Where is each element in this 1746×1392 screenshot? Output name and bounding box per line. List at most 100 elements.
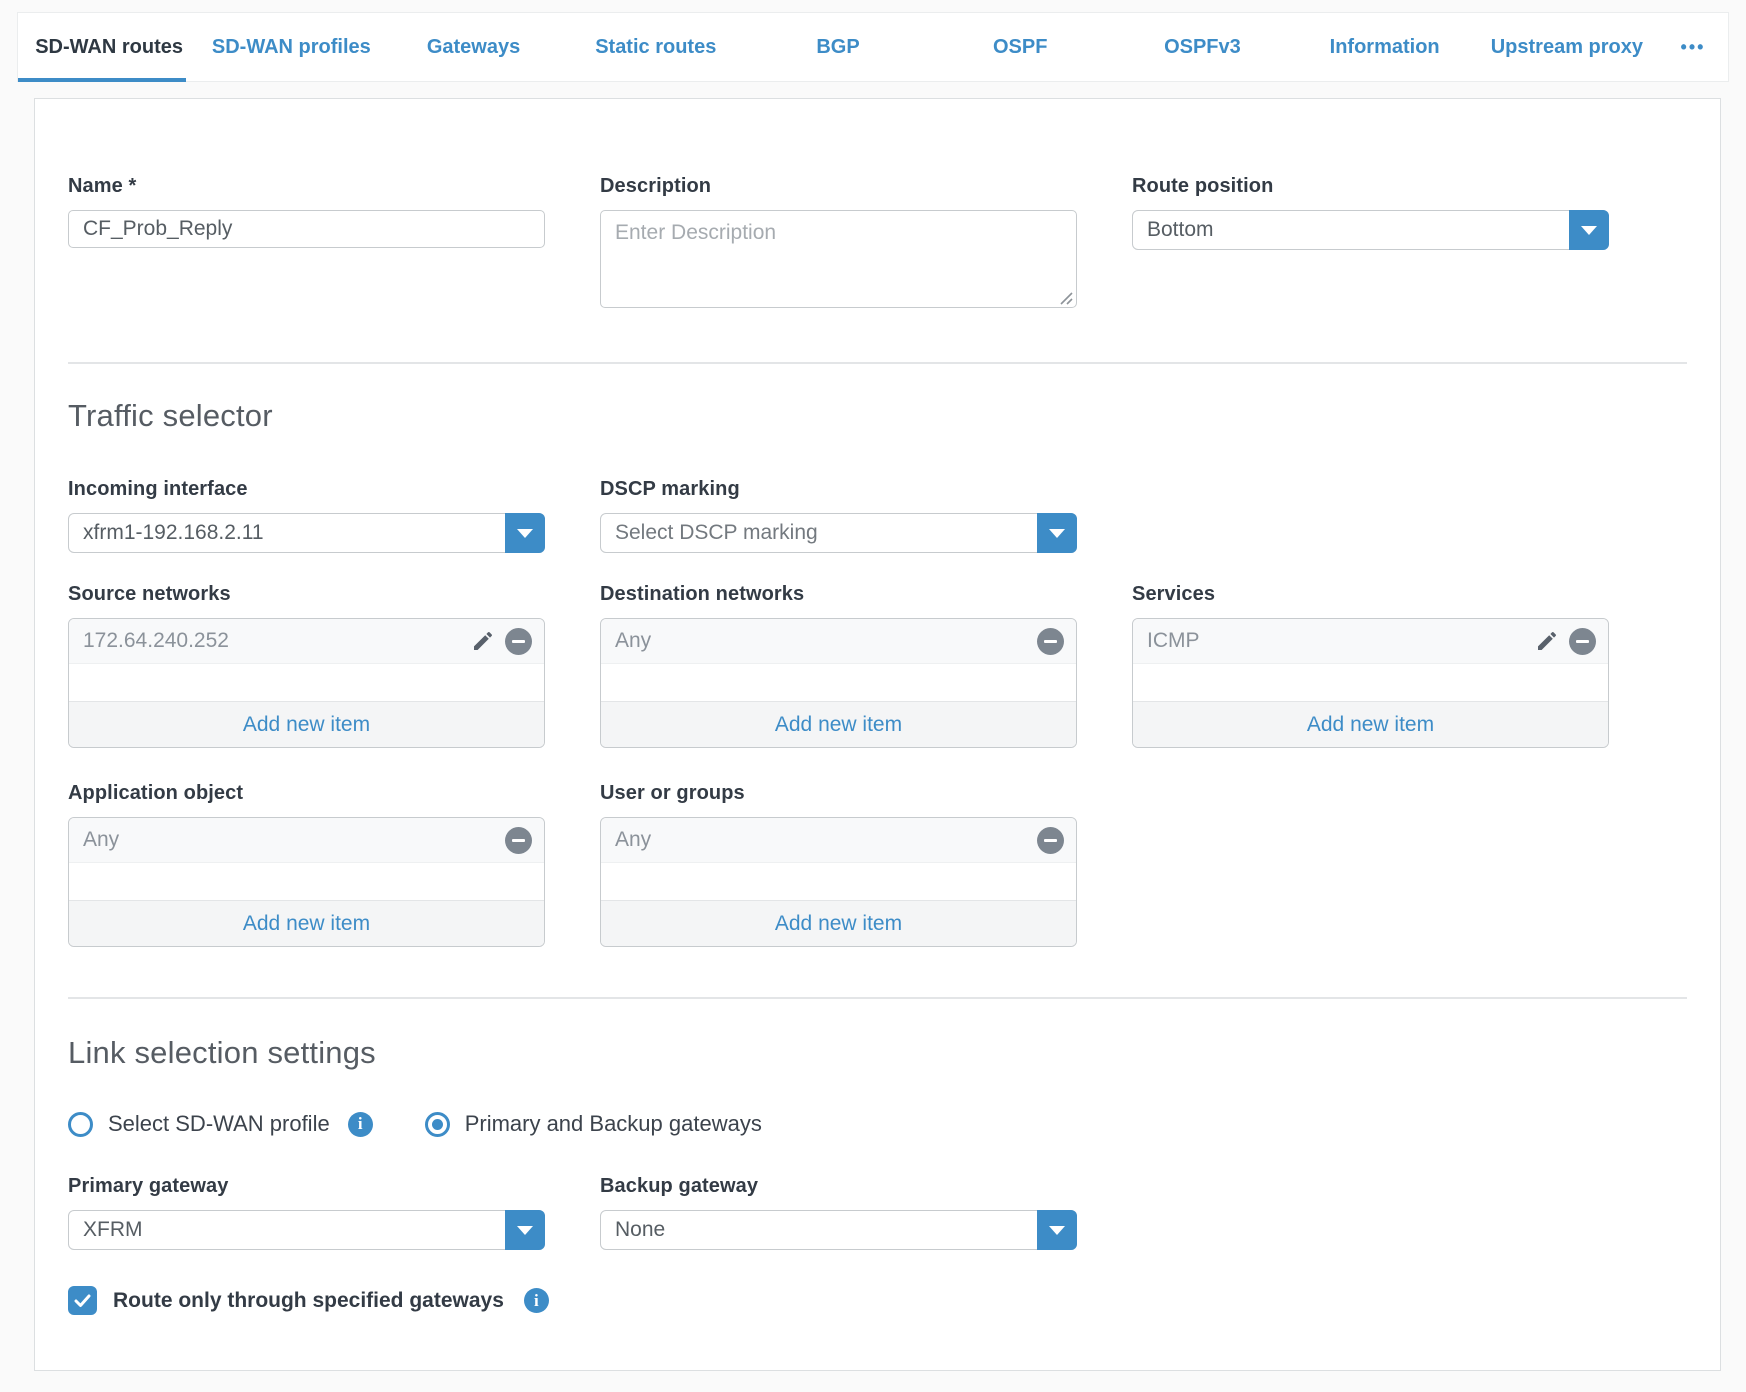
source-networks-list: 172.64.240.252 Add new item [68, 618, 545, 748]
tab-ospf[interactable]: OSPF [929, 13, 1111, 81]
general-fields-section: Name * Description Route position Bottom [68, 99, 1687, 313]
primary-gateway-label: Primary gateway [68, 1175, 545, 1198]
tab-gateways[interactable]: Gateways [382, 13, 564, 81]
edit-icon[interactable] [471, 629, 495, 653]
backup-gateway-label: Backup gateway [600, 1175, 1077, 1198]
list-item: ICMP [1133, 619, 1608, 664]
description-textarea[interactable] [600, 210, 1077, 308]
user-or-groups-field-group: User or groups Any Add new item [600, 782, 1077, 947]
name-input[interactable] [68, 210, 545, 248]
add-new-item-button[interactable]: Add new item [69, 701, 544, 747]
description-field-group: Description [600, 175, 1077, 313]
info-icon[interactable]: i [348, 1112, 373, 1137]
route-position-label: Route position [1132, 175, 1609, 198]
dropdown-button[interactable] [505, 1210, 545, 1250]
tab-label: Gateways [427, 36, 520, 59]
incoming-interface-label: Incoming interface [68, 478, 545, 501]
tab-label: OSPFv3 [1164, 36, 1241, 59]
info-icon[interactable]: i [524, 1288, 549, 1313]
remove-icon[interactable] [1569, 628, 1596, 655]
list-empty-space [1133, 664, 1608, 701]
tab-sd-wan-routes[interactable]: SD-WAN routes [18, 13, 200, 81]
tab-sd-wan-profiles[interactable]: SD-WAN profiles [200, 13, 382, 81]
primary-gateway-value: XFRM [83, 1218, 143, 1242]
ellipsis-icon: ••• [1681, 37, 1706, 58]
tab-label: SD-WAN profiles [212, 36, 371, 59]
route-only-label[interactable]: Route only through specified gateways [113, 1289, 504, 1313]
tab-label: Upstream proxy [1491, 36, 1643, 59]
caret-down-icon [1049, 529, 1065, 538]
tab-label: Static routes [595, 36, 716, 59]
caret-down-icon [517, 529, 533, 538]
list-item-text: 172.64.240.252 [83, 629, 229, 653]
source-networks-field-group: Source networks 172.64.240.252 Add new i… [68, 583, 545, 748]
add-new-item-button[interactable]: Add new item [1133, 701, 1608, 747]
primary-gateway-field-group: Primary gateway XFRM [68, 1175, 545, 1250]
tab-upstream-proxy[interactable]: Upstream proxy [1476, 13, 1658, 81]
destination-networks-label: Destination networks [600, 583, 1077, 606]
list-item: Any [601, 619, 1076, 664]
user-or-groups-label: User or groups [600, 782, 1077, 805]
list-item: 172.64.240.252 [69, 619, 544, 664]
list-item-text: ICMP [1147, 629, 1200, 653]
remove-icon[interactable] [505, 827, 532, 854]
dropdown-button[interactable] [505, 513, 545, 553]
name-field-group: Name * [68, 175, 545, 313]
backup-gateway-value: None [615, 1218, 665, 1242]
dscp-marking-label: DSCP marking [600, 478, 1077, 501]
remove-icon[interactable] [1037, 628, 1064, 655]
services-field-group: Services ICMP Add new item [1132, 583, 1609, 748]
caret-down-icon [517, 1226, 533, 1235]
remove-icon[interactable] [1037, 827, 1064, 854]
section-divider [68, 997, 1687, 999]
more-tabs-button[interactable]: ••• [1658, 13, 1728, 81]
application-object-label: Application object [68, 782, 545, 805]
dscp-marking-select[interactable]: Select DSCP marking [600, 513, 1077, 553]
check-icon [74, 1294, 91, 1308]
application-object-field-group: Application object Any Add new item [68, 782, 545, 947]
incoming-interface-select[interactable]: xfrm1-192.168.2.11 [68, 513, 545, 553]
tab-bar: SD-WAN routes SD-WAN profiles Gateways S… [17, 12, 1729, 82]
name-label: Name * [68, 175, 545, 198]
radio-label-primary-backup[interactable]: Primary and Backup gateways [465, 1111, 762, 1137]
gateways-row: Primary gateway XFRM Backup gateway None [68, 1175, 1687, 1250]
application-object-list: Any Add new item [68, 817, 545, 947]
list-item-text: Any [615, 828, 651, 852]
list-empty-space [69, 664, 544, 701]
tab-bgp[interactable]: BGP [747, 13, 929, 81]
route-only-checkbox[interactable] [68, 1286, 97, 1315]
tab-label: BGP [816, 36, 859, 59]
dscp-marking-value: Select DSCP marking [615, 521, 818, 545]
services-list: ICMP Add new item [1132, 618, 1609, 748]
tab-information[interactable]: Information [1294, 13, 1476, 81]
radio-select-sdwan-profile[interactable] [68, 1112, 93, 1137]
radio-label-sdwan-profile[interactable]: Select SD-WAN profile [108, 1111, 330, 1137]
edit-icon[interactable] [1535, 629, 1559, 653]
link-mode-radio-group: Select SD-WAN profile i Primary and Back… [68, 1111, 1687, 1137]
list-item-text: Any [615, 629, 651, 653]
primary-gateway-select[interactable]: XFRM [68, 1210, 545, 1250]
dropdown-button[interactable] [1569, 210, 1609, 250]
remove-icon[interactable] [505, 628, 532, 655]
add-new-item-button[interactable]: Add new item [601, 701, 1076, 747]
tab-ospfv3[interactable]: OSPFv3 [1111, 13, 1293, 81]
list-item-text: Any [83, 828, 119, 852]
add-new-item-button[interactable]: Add new item [69, 900, 544, 946]
caret-down-icon [1581, 226, 1597, 235]
backup-gateway-field-group: Backup gateway None [600, 1175, 1077, 1250]
list-item: Any [601, 818, 1076, 863]
backup-gateway-select[interactable]: None [600, 1210, 1077, 1250]
route-position-field-group: Route position Bottom [1132, 175, 1609, 313]
tab-static-routes[interactable]: Static routes [565, 13, 747, 81]
incoming-interface-value: xfrm1-192.168.2.11 [83, 521, 264, 545]
application-user-row: Application object Any Add new item User… [68, 782, 1687, 947]
destination-networks-field-group: Destination networks Any Add new item [600, 583, 1077, 748]
route-position-value: Bottom [1147, 218, 1214, 242]
radio-primary-backup-gateways[interactable] [425, 1112, 450, 1137]
dropdown-button[interactable] [1037, 1210, 1077, 1250]
route-position-select[interactable]: Bottom [1132, 210, 1609, 250]
add-new-item-button[interactable]: Add new item [601, 900, 1076, 946]
dropdown-button[interactable] [1037, 513, 1077, 553]
tab-label: Information [1330, 36, 1440, 59]
services-label: Services [1132, 583, 1609, 606]
